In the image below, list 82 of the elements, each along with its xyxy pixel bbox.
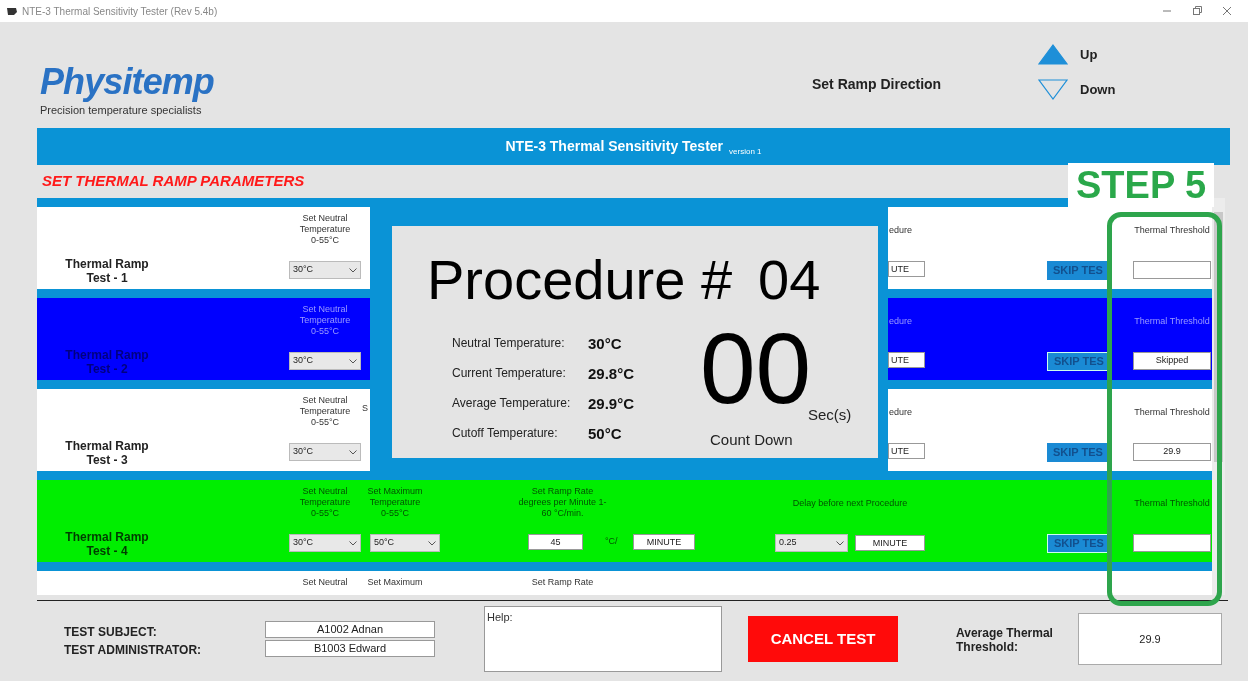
reading-label: Current Temperature: (452, 365, 566, 382)
unit-field[interactable]: UTE (888, 261, 925, 277)
reading-value: 29.8°C (588, 364, 635, 384)
input-field[interactable]: 45 (528, 534, 583, 550)
field-label: edure (888, 315, 912, 328)
threshold-field[interactable]: Skipped (1133, 352, 1211, 370)
help-box[interactable]: Help: (484, 606, 722, 672)
subject-label: TEST SUBJECT: (64, 624, 157, 641)
row-subtitle: Test - 3 (86, 453, 128, 467)
field-label: S (362, 403, 368, 414)
threshold-field[interactable] (1133, 261, 1211, 279)
banner-title: NTE-3 Thermal Sensitivity Tester (505, 137, 724, 156)
procedure-title: Procedure # (427, 250, 733, 310)
section-title: SET THERMAL RAMP PARAMETERS (42, 171, 305, 192)
window-title: NTE-3 Thermal Sensitivity Tester (Rev 5.4b) (22, 4, 218, 19)
chevron-down-icon (349, 358, 357, 364)
row-title: Thermal Ramp (65, 348, 149, 362)
field-label: Set Neutral Temperature 0-55°C (298, 304, 352, 338)
chevron-down-icon (836, 540, 844, 546)
app-icon (6, 6, 18, 16)
dropdown[interactable]: 30°C (289, 352, 361, 370)
chevron-down-icon (428, 540, 436, 546)
ramp-direction-label: Set Ramp Direction (812, 75, 942, 94)
reading-value: 30°C (588, 334, 622, 354)
dropdown[interactable]: 0.25 (775, 534, 848, 552)
unit-field[interactable]: MINUTE (855, 535, 925, 551)
field-label: Set Ramp Rate (530, 577, 595, 589)
scrollbar-thumb[interactable] (1214, 212, 1223, 462)
unit-field[interactable]: MINUTE (633, 534, 695, 550)
field-label: edure (888, 224, 912, 237)
row-subtitle: Test - 4 (86, 544, 128, 558)
average-threshold-label: Average Thermal Threshold: (956, 626, 1054, 654)
cancel-test-button[interactable]: CANCEL TEST (748, 616, 898, 662)
chevron-down-icon (349, 267, 357, 273)
direction-option[interactable]: Up (1038, 44, 1116, 65)
field-label: Set Neutral Temperature 0-55°C (298, 213, 352, 247)
unit-field[interactable]: UTE (888, 443, 925, 459)
row-title: Thermal Ramp (65, 530, 149, 544)
dropdown[interactable]: 30°C (289, 443, 361, 461)
field-label: Delay before next Procedure (791, 497, 909, 510)
field-label: Thermal Threshold (1134, 406, 1210, 419)
field-label: Set Neutral Temperature 0-55°C (298, 486, 352, 520)
threshold-field[interactable]: 29.9 (1133, 443, 1211, 461)
chevron-down-icon (349, 449, 357, 455)
field-label: Thermal Threshold (1134, 497, 1210, 510)
direction-option[interactable]: Down (1038, 79, 1116, 100)
field-label: Set Neutral (301, 577, 349, 589)
logo-wordmark: Physitemp (40, 64, 214, 100)
banner-version: version 1 (729, 145, 762, 158)
field-label: edure (888, 406, 912, 419)
logo-tagline: Precision temperature specialists (40, 103, 203, 118)
administrator-label: TEST ADMINISTRATOR: (64, 642, 202, 659)
field-label: Thermal Threshold (1134, 224, 1210, 237)
administrator-field[interactable]: B1003 Edward (265, 640, 435, 657)
close-icon[interactable] (1222, 6, 1232, 16)
dropdown[interactable]: 50°C (370, 534, 440, 552)
field-label: Set Maximum (367, 577, 423, 589)
reading-label: Average Temperature: (452, 395, 571, 412)
reading-value: 29.9°C (588, 394, 635, 414)
field-label: Thermal Threshold (1134, 315, 1210, 328)
row-title: Thermal Ramp (65, 439, 149, 453)
unit-field[interactable]: UTE (888, 352, 925, 368)
field-label: Set Maximum Temperature 0-55°C (367, 486, 423, 520)
chevron-down-icon (349, 540, 357, 546)
average-threshold-field: 29.9 (1078, 613, 1222, 665)
threshold-field[interactable] (1133, 534, 1211, 552)
restore-icon[interactable] (1192, 6, 1202, 16)
reading-value: 50°C (588, 424, 622, 444)
procedure-number: 04 (758, 250, 821, 310)
dropdown[interactable]: 30°C (289, 261, 361, 279)
unit-label: °C/ (605, 535, 619, 549)
step-annotation: STEP 5 (1068, 163, 1215, 207)
row-title: Thermal Ramp (65, 257, 149, 271)
field-label: Set Ramp Rate degrees per Minute 1-60 °C/min. (517, 486, 608, 520)
row-subtitle: Test - 2 (86, 362, 128, 376)
reading-label: Neutral Temperature: (452, 335, 565, 352)
field-label: Set Neutral Temperature 0-55°C (298, 395, 352, 429)
dropdown[interactable]: 30°C (289, 534, 361, 552)
countdown-label: Count Down (710, 430, 793, 450)
reading-label: Cutoff Temperature: (452, 425, 558, 442)
subject-field[interactable]: A1002 Adnan (265, 621, 435, 638)
row-subtitle: Test - 1 (86, 271, 128, 285)
